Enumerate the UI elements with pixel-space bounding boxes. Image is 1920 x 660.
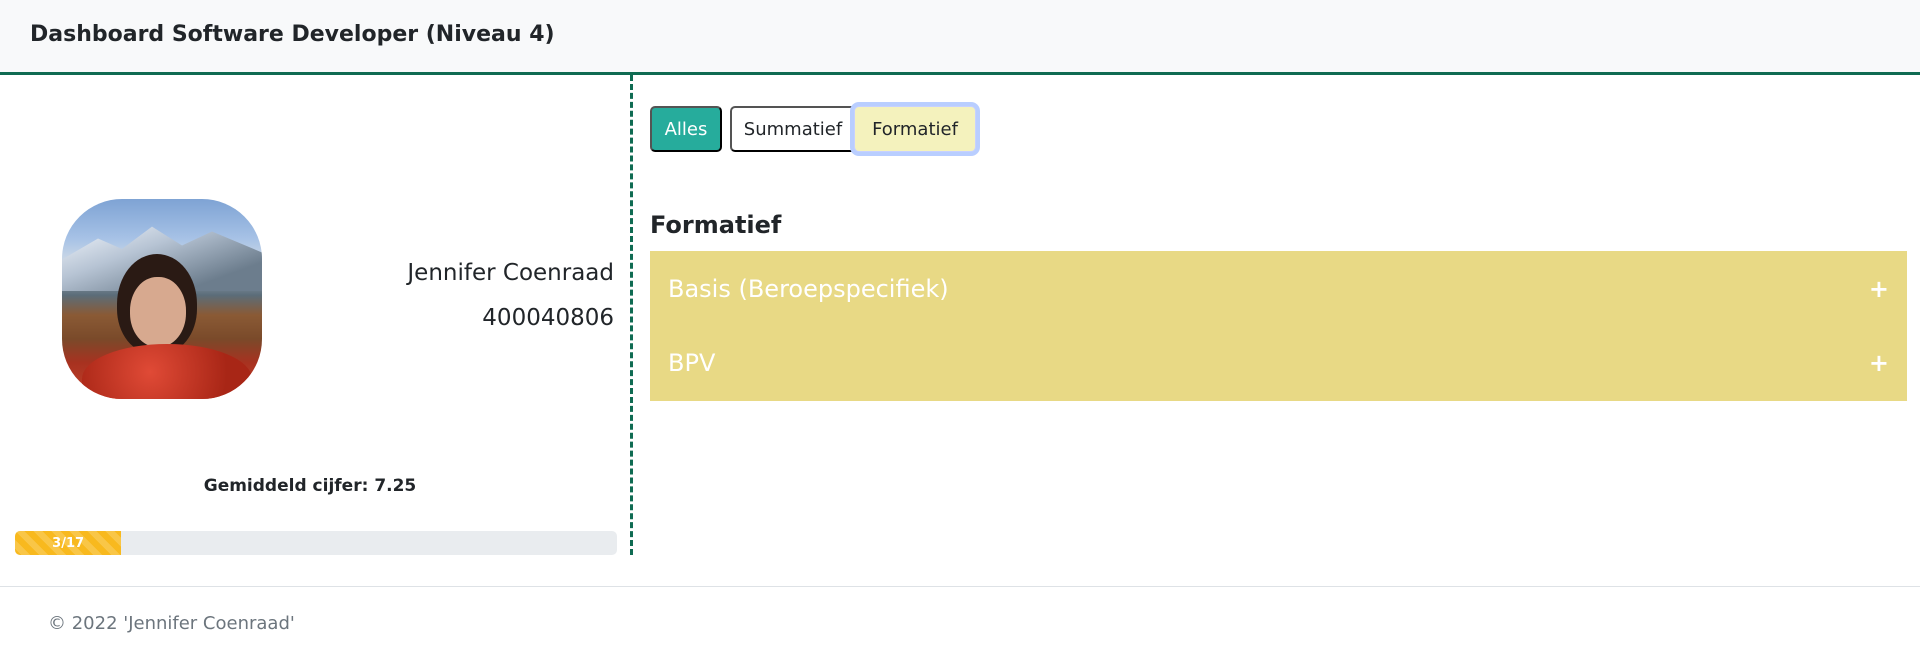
avatar	[62, 199, 262, 399]
average-grade-value: 7.25	[374, 476, 417, 496]
expand-icon[interactable]: +	[1869, 349, 1889, 377]
filter-all-button[interactable]: Alles	[650, 106, 722, 152]
average-grade-label: Gemiddeld cijfer:	[203, 476, 369, 496]
progress-bar: 3/17	[15, 531, 617, 555]
accordion-item-label: Basis (Beroepspecifiek)	[668, 275, 949, 303]
filter-formative-button[interactable]: Formatief	[854, 106, 976, 152]
filter-summative-button[interactable]: Summatief	[730, 106, 856, 152]
expand-icon[interactable]: +	[1869, 275, 1889, 303]
student-name: Jennifer Coenraad	[407, 260, 614, 286]
copyright-text: © 2022 'Jennifer Coenraad'	[48, 613, 295, 634]
footer: © 2022 'Jennifer Coenraad'	[0, 586, 1920, 660]
avatar-face	[130, 277, 186, 347]
avatar-body	[82, 344, 252, 399]
top-navbar: Dashboard Software Developer (Niveau 4)	[0, 0, 1920, 75]
page-title: Dashboard Software Developer (Niveau 4)	[30, 22, 555, 47]
student-profile-panel: Jennifer Coenraad 400040806 Gemiddeld ci…	[0, 75, 633, 555]
accordion-item-label: BPV	[668, 349, 716, 377]
progress-bar-fill: 3/17	[15, 531, 122, 555]
student-number: 400040806	[482, 305, 614, 331]
accordion-item-bpv[interactable]: BPV +	[650, 325, 1907, 401]
section-title: Formatief	[650, 211, 782, 239]
accordion: Basis (Beroepspecifiek) + BPV +	[650, 251, 1907, 401]
average-grade: Gemiddeld cijfer: 7.25	[0, 476, 620, 496]
accordion-item-basis[interactable]: Basis (Beroepspecifiek) +	[650, 251, 1907, 327]
progress-label: 3/17	[52, 535, 85, 551]
